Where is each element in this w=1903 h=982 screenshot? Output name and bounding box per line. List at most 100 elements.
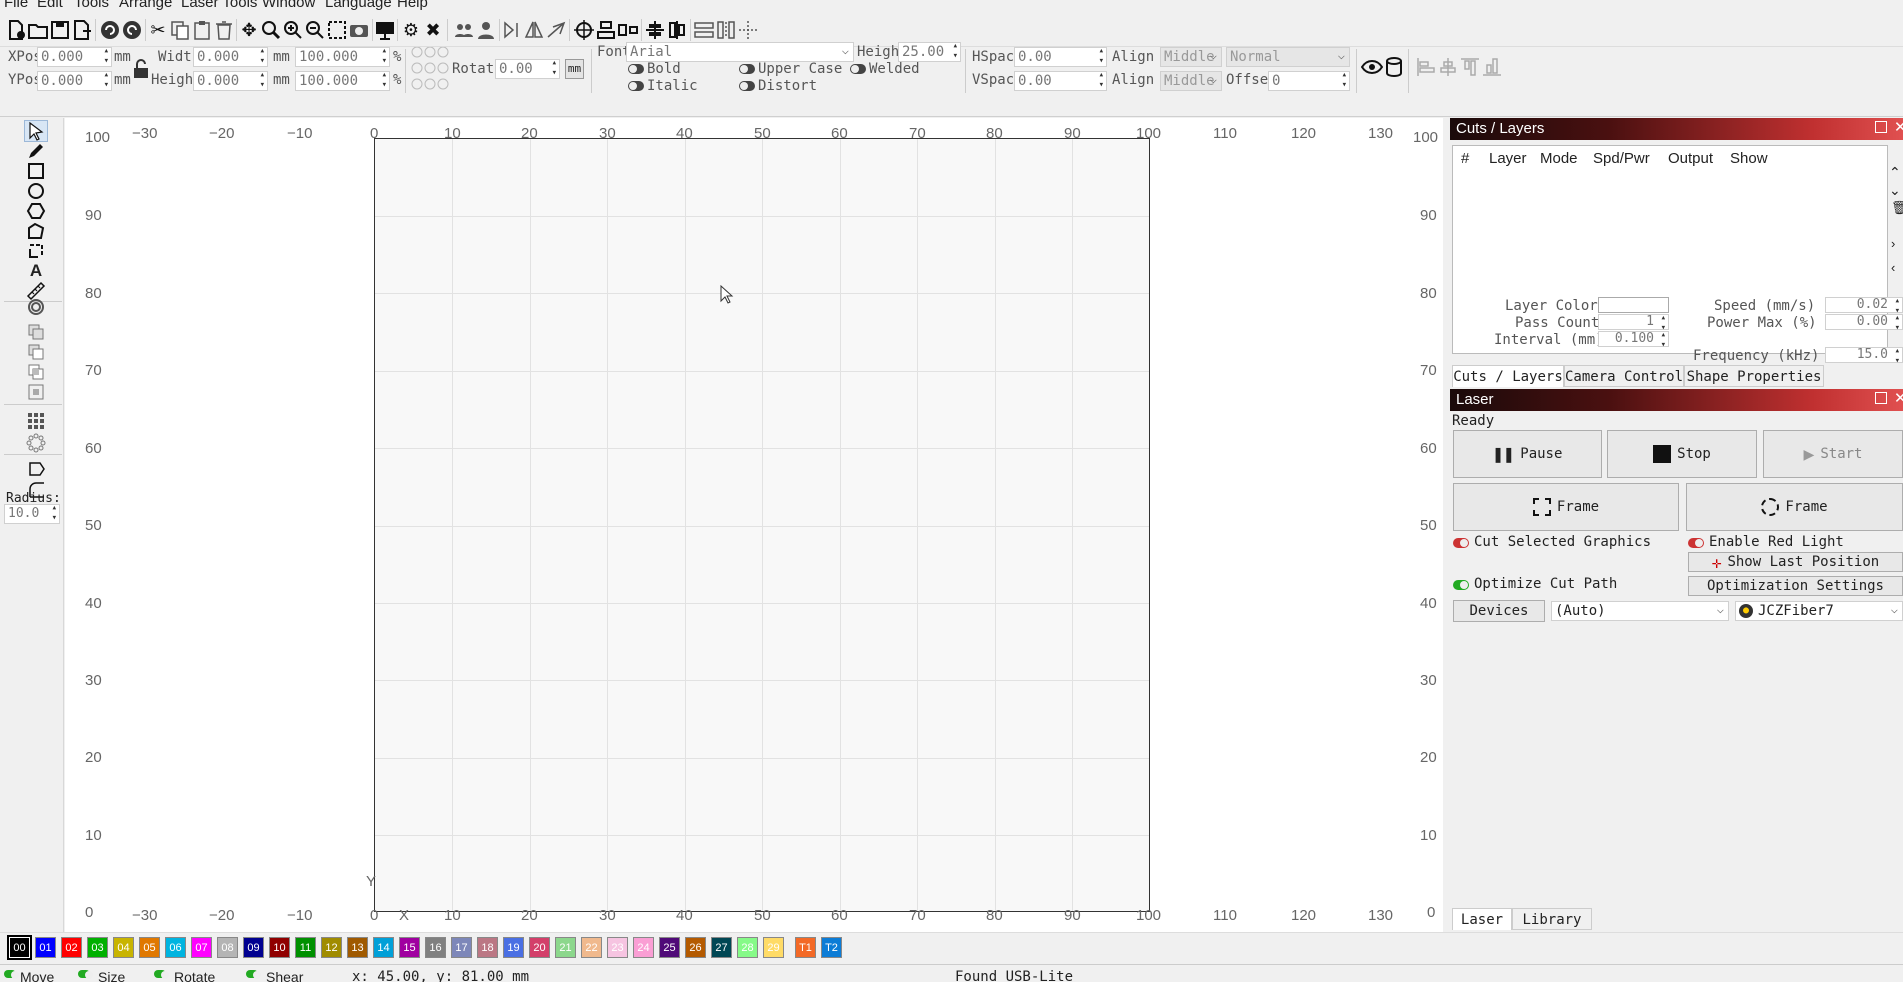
align-center-icon[interactable] xyxy=(616,18,640,42)
redo-icon[interactable] xyxy=(120,18,144,42)
grid-snap-icon[interactable] xyxy=(736,18,760,42)
palette-swatch-09[interactable]: 09 xyxy=(243,937,264,958)
interval-input[interactable]: 0.100 xyxy=(1598,330,1669,350)
devices-button[interactable]: Devices xyxy=(1453,600,1545,622)
align-x-select[interactable]: Middle xyxy=(1160,46,1222,67)
palette-swatch-13[interactable]: 13 xyxy=(347,937,368,958)
rotate-toggle[interactable] xyxy=(154,970,169,979)
menu-help[interactable]: Help xyxy=(397,0,428,12)
tab-cuts-layers[interactable]: Cuts / Layers xyxy=(1452,365,1564,387)
pen-tool-icon[interactable] xyxy=(24,140,48,162)
palette-swatch-20[interactable]: 20 xyxy=(529,937,550,958)
palette-swatch-07[interactable]: 07 xyxy=(191,937,212,958)
width-input[interactable]: 0.000 xyxy=(193,46,268,67)
corner-tool-icon[interactable] xyxy=(24,240,48,262)
scale-x-input[interactable]: 100.000 xyxy=(295,46,390,67)
menu-arrange[interactable]: Arrange xyxy=(119,0,172,12)
origin-grid-icon[interactable] xyxy=(410,46,450,93)
unit-toggle-button[interactable]: mm xyxy=(565,59,584,79)
distribute-horizontal-icon[interactable] xyxy=(643,18,667,42)
close-laser-panel-icon[interactable]: ✕ xyxy=(1894,389,1903,407)
palette-swatch-29[interactable]: 29 xyxy=(763,937,784,958)
palette-swatch-19[interactable]: 19 xyxy=(503,937,524,958)
move-icon[interactable]: ✥ xyxy=(237,18,261,42)
distribute-vertical-icon[interactable] xyxy=(665,18,689,42)
monitor-icon[interactable] xyxy=(373,18,397,42)
circular-array-icon[interactable] xyxy=(24,432,48,454)
select-tool-icon[interactable] xyxy=(24,120,48,142)
delete-icon[interactable] xyxy=(212,18,236,42)
rotate-shape-icon[interactable] xyxy=(24,458,48,480)
open-folder-icon[interactable] xyxy=(26,18,50,42)
palette-swatch-22[interactable]: 22 xyxy=(581,937,602,958)
palette-swatch-24[interactable]: 24 xyxy=(633,937,654,958)
stop-button[interactable]: Stop xyxy=(1607,430,1757,478)
copy-icon[interactable] xyxy=(168,18,192,42)
space-vertical-icon[interactable] xyxy=(714,18,738,42)
column-header[interactable]: Mode xyxy=(1540,150,1578,167)
menu-file[interactable]: File xyxy=(4,0,28,12)
text-mode-select[interactable]: Normal xyxy=(1226,46,1350,67)
optimization-settings-button[interactable]: Optimization Settings xyxy=(1688,576,1903,596)
palette-swatch-18[interactable]: 18 xyxy=(477,937,498,958)
work-area[interactable] xyxy=(374,138,1150,912)
align-icon[interactable] xyxy=(594,18,618,42)
column-header[interactable]: Output xyxy=(1668,150,1713,167)
port-select[interactable]: (Auto) xyxy=(1551,600,1729,621)
power-max-input[interactable]: 0.00 xyxy=(1825,313,1903,333)
speed-input[interactable]: 0.02 xyxy=(1825,296,1903,316)
palette-swatch-16[interactable]: 16 xyxy=(425,937,446,958)
tab-library[interactable]: Library xyxy=(1512,908,1592,930)
ungroup-icon[interactable] xyxy=(474,18,498,42)
palette-swatch-t1[interactable]: T1 xyxy=(795,937,816,958)
palette-swatch-t2[interactable]: T2 xyxy=(821,937,842,958)
close-panel-icon[interactable]: ✕ xyxy=(1894,118,1903,136)
collapse-left-icon[interactable]: ‹ xyxy=(1891,260,1895,275)
start-button[interactable]: ▶ Start xyxy=(1763,430,1903,478)
palette-swatch-11[interactable]: 11 xyxy=(295,937,316,958)
shear-toggle[interactable] xyxy=(246,970,261,979)
upper-case-toggle[interactable] xyxy=(739,64,755,74)
xpos-input[interactable]: 0.000 xyxy=(37,46,112,67)
boolean-subtract-icon[interactable] xyxy=(24,341,48,363)
move-toggle[interactable] xyxy=(4,970,19,979)
camera-icon[interactable] xyxy=(347,18,371,42)
frequency-input[interactable]: 15.0 xyxy=(1825,346,1903,366)
ellipse-tool-icon[interactable] xyxy=(24,180,48,202)
crosshair-icon[interactable] xyxy=(572,18,596,42)
boolean-union-icon[interactable] xyxy=(24,321,48,343)
mirror-vertical-icon[interactable] xyxy=(522,18,546,42)
distort-toggle[interactable] xyxy=(739,81,755,91)
menu-window[interactable]: Window xyxy=(262,0,315,12)
bold-toggle[interactable] xyxy=(628,64,644,74)
frame-circle-button[interactable]: Frame xyxy=(1686,483,1903,531)
undo-icon[interactable] xyxy=(98,18,122,42)
offset-tool-icon[interactable] xyxy=(24,296,48,318)
text-tool-icon[interactable]: A xyxy=(24,260,48,282)
optimize-cut-path-toggle[interactable] xyxy=(1453,580,1469,590)
column-header[interactable]: Layer xyxy=(1489,150,1527,167)
palette-swatch-21[interactable]: 21 xyxy=(555,937,576,958)
palette-swatch-00[interactable]: 00 xyxy=(7,935,32,960)
ypos-input[interactable]: 0.000 xyxy=(37,70,112,91)
delete-layer-icon[interactable]: 🗑 xyxy=(1891,200,1903,216)
rotate-mirror-icon[interactable] xyxy=(544,18,568,42)
size-toggle[interactable] xyxy=(78,970,93,979)
menu-language[interactable]: Language xyxy=(325,0,392,12)
column-header[interactable]: Show xyxy=(1730,150,1768,167)
vspace-input[interactable]: 0.00 xyxy=(1014,70,1107,91)
boolean-weld-icon[interactable] xyxy=(24,381,48,403)
lock-aspect-icon[interactable] xyxy=(129,57,153,81)
cut-selected-toggle[interactable] xyxy=(1453,538,1469,548)
mirror-horizontal-icon[interactable] xyxy=(500,18,524,42)
column-header[interactable]: Spd/Pwr xyxy=(1593,150,1650,167)
palette-swatch-14[interactable]: 14 xyxy=(373,937,394,958)
rectangle-tool-icon[interactable] xyxy=(24,160,48,182)
expand-right-icon[interactable]: › xyxy=(1891,236,1895,251)
tools-wrench-icon[interactable]: ✖ xyxy=(421,18,445,42)
menu-tools[interactable]: Tools xyxy=(74,0,109,12)
pause-button[interactable]: ❚❚ Pause xyxy=(1453,430,1602,478)
visibility-eye-icon[interactable] xyxy=(1360,55,1384,79)
palette-swatch-26[interactable]: 26 xyxy=(685,937,706,958)
italic-toggle[interactable] xyxy=(628,81,644,91)
